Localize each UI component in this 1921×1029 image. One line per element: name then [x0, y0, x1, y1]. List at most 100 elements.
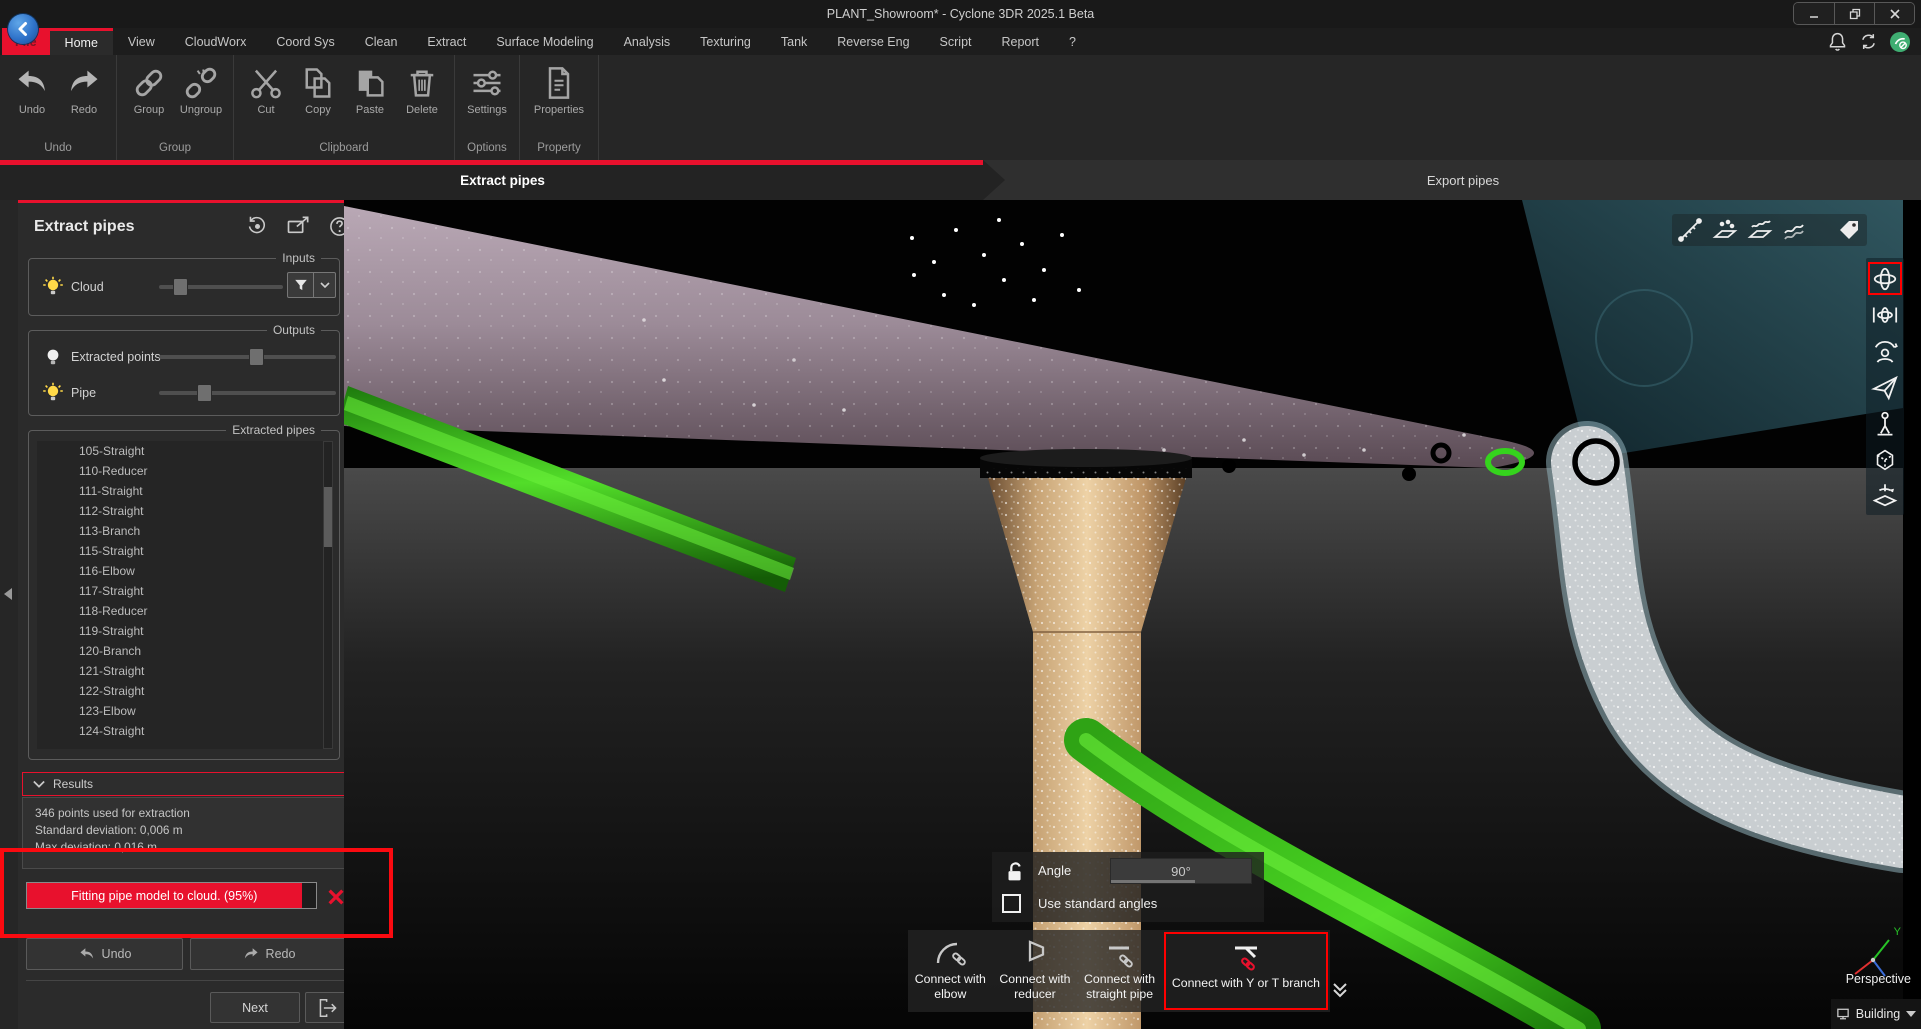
scrollbar-thumb[interactable] — [324, 487, 332, 547]
restore-button[interactable] — [1834, 3, 1874, 24]
wave-analysis-icon[interactable] — [1782, 217, 1808, 243]
menu-tab-home[interactable]: Home — [50, 28, 113, 55]
extracted-points-slider[interactable] — [159, 355, 336, 359]
list-item[interactable]: 111-Straight — [37, 481, 323, 501]
pipe-transparency-slider[interactable] — [159, 391, 336, 395]
list-item[interactable]: 121-Straight — [37, 661, 323, 681]
list-item[interactable]: 118-Reducer — [37, 601, 323, 621]
workflow-step-extract-pipes[interactable]: Extract pipes — [0, 160, 1005, 200]
collapse-toolbar-button[interactable] — [1332, 982, 1348, 998]
menu-tab-texturing[interactable]: Texturing — [685, 28, 766, 55]
properties-button[interactable]: Properties — [528, 61, 590, 139]
menu-tab-surface-modeling[interactable]: Surface Modeling — [481, 28, 608, 55]
list-item[interactable]: 112-Straight — [37, 501, 323, 521]
menu-tab-reverse-eng[interactable]: Reverse Eng — [822, 28, 924, 55]
measure-distance-icon[interactable] — [1677, 217, 1703, 243]
detach-panel-icon[interactable] — [285, 214, 312, 239]
cloud-filter-dropdown[interactable] — [314, 272, 336, 298]
visibility-bulb-on-icon[interactable] — [41, 381, 65, 405]
cancel-x-icon — [326, 887, 346, 907]
list-scrollbar[interactable] — [323, 441, 333, 749]
menu-tab-clean[interactable]: Clean — [350, 28, 413, 55]
fly-mode-button[interactable] — [1868, 370, 1902, 403]
menu-tab-cloudworx[interactable]: CloudWorx — [170, 28, 262, 55]
extracted-points-label: Extracted points — [71, 350, 161, 364]
visibility-bulb-on-icon[interactable] — [41, 275, 65, 299]
black-marker[interactable] — [1222, 459, 1236, 473]
level-selector[interactable]: Building — [1831, 999, 1921, 1029]
connect-with-straight-pipe-button[interactable]: Connect with straight pipe — [1077, 930, 1162, 1012]
redo-button[interactable]: Redo — [60, 61, 108, 139]
orbit-mode-button[interactable] — [1868, 262, 1902, 295]
panel-collapse-strip[interactable] — [0, 200, 18, 1029]
settings-button[interactable]: Settings — [463, 61, 511, 139]
lock-open-icon[interactable] — [1002, 859, 1028, 885]
angle-input[interactable]: 90° — [1110, 858, 1252, 884]
progress-bar: Fitting pipe model to cloud. (95%) — [26, 882, 317, 909]
undo-button[interactable]: Undo — [8, 61, 56, 139]
paste-button[interactable]: Paste — [346, 61, 394, 139]
list-item[interactable]: 123-Elbow — [37, 701, 323, 721]
account-status-icon[interactable] — [1889, 31, 1911, 53]
list-item[interactable]: 117-Straight — [37, 581, 323, 601]
results-section-header[interactable]: Results — [22, 772, 358, 796]
ungroup-button[interactable]: Ungroup — [177, 61, 225, 139]
reset-icon[interactable] — [245, 214, 270, 239]
angle-label: Angle — [1038, 863, 1071, 878]
tag-label-icon[interactable] — [1836, 217, 1862, 243]
list-item[interactable]: 113-Branch — [37, 521, 323, 541]
list-item[interactable]: 122-Straight — [37, 681, 323, 701]
menu-tab-extract[interactable]: Extract — [412, 28, 481, 55]
menu-tab-view[interactable]: View — [113, 28, 170, 55]
constrained-orbit-button[interactable] — [1868, 298, 1902, 331]
slider-handle[interactable] — [249, 348, 264, 366]
extracted-pipes-list[interactable]: 105-Straight 110-Reducer 111-Straight 11… — [37, 441, 323, 749]
menu-tab-analysis[interactable]: Analysis — [609, 28, 686, 55]
slider-handle[interactable] — [197, 384, 212, 402]
list-item[interactable]: 119-Straight — [37, 621, 323, 641]
sync-icon[interactable] — [1858, 31, 1879, 52]
menu-tab-help[interactable]: ? — [1054, 28, 1091, 55]
delete-button[interactable]: Delete — [398, 61, 446, 139]
list-item[interactable]: 115-Straight — [37, 541, 323, 561]
visibility-bulb-off-icon[interactable] — [41, 345, 65, 369]
group-button[interactable]: Group — [125, 61, 173, 139]
view-cube-button[interactable] — [1868, 442, 1902, 475]
list-item[interactable]: 116-Elbow — [37, 561, 323, 581]
cut-button[interactable]: Cut — [242, 61, 290, 139]
outputs-group: Outputs Extracted points Pipe — [28, 330, 340, 416]
connect-with-elbow-button[interactable]: Connect with elbow — [908, 930, 993, 1012]
menu-tab-script[interactable]: Script — [925, 28, 987, 55]
connect-with-y-t-branch-button[interactable]: Connect with Y or T branch — [1166, 934, 1326, 1008]
connect-with-reducer-button[interactable]: Connect with reducer — [993, 930, 1078, 1012]
cloud-filter-button[interactable] — [287, 272, 314, 298]
cloud-transparency-slider[interactable] — [159, 285, 283, 289]
cloud-to-mesh-icon[interactable] — [1712, 217, 1738, 243]
notifications-bell-icon[interactable] — [1827, 31, 1848, 52]
minimize-button[interactable] — [1794, 3, 1834, 24]
list-item[interactable]: 120-Branch — [37, 641, 323, 661]
list-item[interactable]: 105-Straight — [37, 441, 323, 461]
turntable-button[interactable] — [1868, 478, 1902, 511]
panel-undo-button[interactable]: Undo — [26, 938, 183, 970]
use-standard-angles-checkbox[interactable] — [1002, 894, 1021, 913]
colormap-inspection-icon[interactable] — [1747, 217, 1773, 243]
list-item[interactable]: 110-Reducer — [37, 461, 323, 481]
angle-slider[interactable] — [1111, 880, 1195, 883]
panel-redo-button[interactable]: Redo — [190, 938, 347, 970]
workflow-step-export-pipes[interactable]: Export pipes — [1005, 160, 1921, 200]
constrained-orbit-icon — [1871, 301, 1899, 329]
copy-button[interactable]: Copy — [294, 61, 342, 139]
next-button[interactable]: Next — [210, 992, 300, 1023]
viewport-3d[interactable]: Angle 90° Use standard angles Connect wi… — [344, 200, 1921, 1029]
list-item[interactable]: 124-Straight — [37, 721, 323, 741]
slider-handle[interactable] — [173, 278, 188, 296]
menu-tab-tank[interactable]: Tank — [766, 28, 822, 55]
black-marker[interactable] — [1402, 467, 1416, 481]
app-logo-icon[interactable] — [8, 14, 38, 44]
walk-mode-button[interactable] — [1868, 406, 1902, 439]
look-around-button[interactable] — [1868, 334, 1902, 367]
menu-tab-report[interactable]: Report — [987, 28, 1055, 55]
close-button[interactable] — [1874, 3, 1914, 24]
menu-tab-coordsys[interactable]: Coord Sys — [261, 28, 349, 55]
